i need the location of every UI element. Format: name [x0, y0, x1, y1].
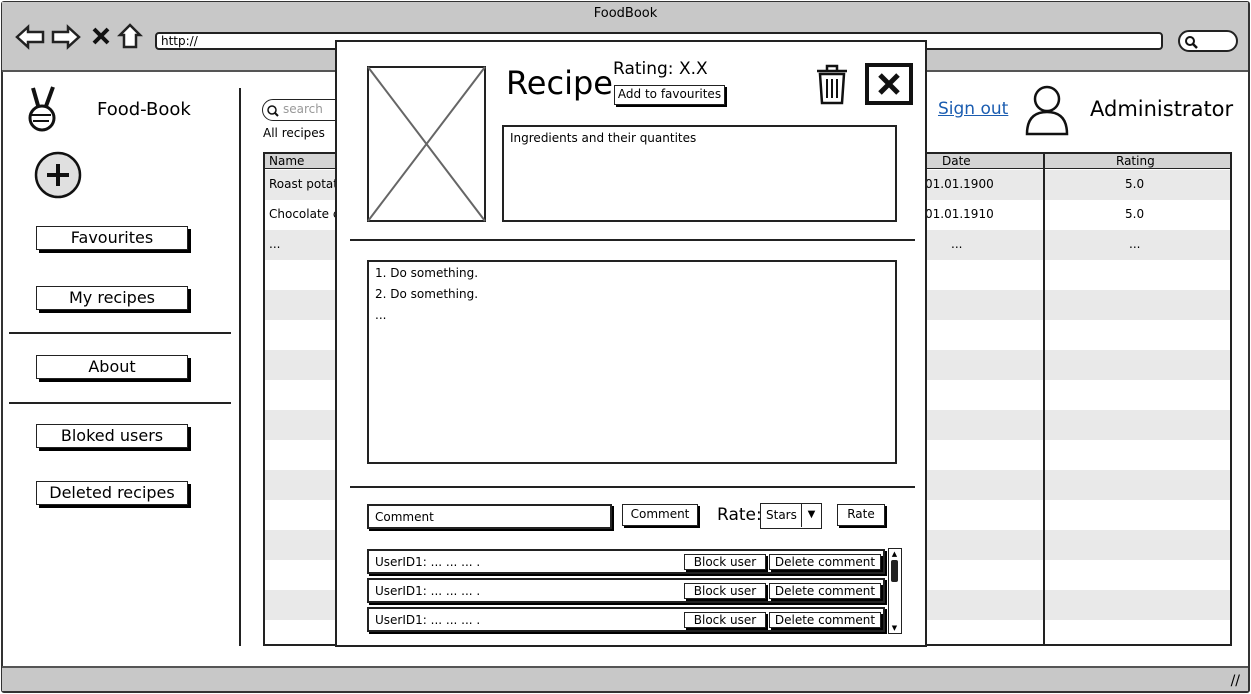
rate-button[interactable]: Rate — [837, 504, 885, 526]
deleted-recipes-button[interactable]: Deleted recipes — [36, 481, 188, 505]
window-title: FoodBook — [593, 6, 658, 21]
close-tab-icon[interactable] — [90, 25, 112, 47]
search-icon — [267, 105, 279, 117]
modal-divider — [350, 239, 915, 241]
steps-box[interactable]: 1. Do something. 2. Do something. ... — [367, 260, 897, 464]
close-icon[interactable] — [865, 63, 915, 106]
row-rating: 5.0 — [1125, 207, 1145, 221]
comment-text: UserID1: ... ... ... . — [375, 584, 481, 598]
user-name: Administrator — [1090, 97, 1234, 121]
comment-button[interactable]: Comment — [622, 504, 698, 526]
comment-row: UserID1: ... ... ... . Block user Delete… — [367, 607, 885, 632]
my-recipes-button[interactable]: My recipes — [36, 286, 188, 310]
block-user-button[interactable]: Block user — [684, 554, 766, 570]
row-date: 01.01.1900 — [925, 177, 994, 191]
column-header-date[interactable]: Date — [942, 154, 971, 168]
forward-icon[interactable] — [51, 24, 81, 50]
column-header-rating[interactable]: Rating — [1116, 154, 1155, 168]
scroll-down-icon[interactable]: ▼ — [889, 623, 900, 633]
ingredients-text: Ingredients and their quantites — [510, 131, 697, 145]
rate-select[interactable]: Stars ▼ — [760, 503, 822, 529]
scroll-thumb[interactable] — [891, 560, 898, 582]
about-button[interactable]: About — [36, 355, 188, 379]
search-icon — [1185, 36, 1198, 49]
row-date: ... — [951, 237, 963, 251]
column-header-name[interactable]: Name — [269, 154, 304, 168]
comments-scrollbar[interactable]: ▲ ▼ — [888, 548, 902, 634]
delete-comment-button[interactable]: Delete comment — [769, 554, 881, 570]
comment-row: UserID1: ... ... ... . Block user Delete… — [367, 578, 885, 603]
column-divider — [1043, 154, 1045, 644]
comment-input[interactable]: Comment — [367, 504, 612, 529]
recipe-rating: Rating: X.X — [613, 59, 708, 79]
filter-label[interactable]: All recipes — [263, 126, 325, 140]
row-name: ... — [269, 237, 281, 251]
recipe-image-placeholder — [367, 66, 486, 222]
favourites-button[interactable]: Favourites — [36, 226, 188, 250]
delete-comment-button[interactable]: Delete comment — [769, 612, 881, 628]
row-rating: 5.0 — [1125, 177, 1145, 191]
step-item: ... — [375, 308, 387, 322]
step-item: 2. Do something. — [375, 287, 479, 301]
app-name: Food-Book — [97, 99, 191, 120]
step-item: 1. Do something. — [375, 266, 479, 280]
resize-grip-icon[interactable]: // — [1231, 673, 1240, 689]
comment-text: UserID1: ... ... ... . — [375, 555, 481, 569]
block-user-button[interactable]: Block user — [684, 583, 766, 599]
row-date: 01.01.1910 — [925, 207, 994, 221]
blocked-users-button[interactable]: Bloked users — [36, 424, 188, 448]
block-user-button[interactable]: Block user — [684, 612, 766, 628]
browser-search[interactable] — [1178, 30, 1238, 52]
recipe-title: Recipe — [506, 64, 613, 102]
back-icon[interactable] — [15, 24, 45, 50]
home-icon[interactable] — [117, 22, 143, 50]
scroll-up-icon[interactable]: ▲ — [889, 549, 900, 559]
sidebar-divider — [9, 402, 231, 404]
delete-comment-button[interactable]: Delete comment — [769, 583, 881, 599]
user-avatar-icon — [1025, 85, 1069, 136]
row-name: Roast potat — [269, 177, 338, 191]
chevron-down-icon[interactable]: ▼ — [801, 504, 821, 527]
modal-divider — [350, 486, 915, 488]
add-recipe-button[interactable] — [33, 151, 83, 201]
comment-row: UserID1: ... ... ... . Block user Delete… — [367, 549, 885, 574]
sign-out-link[interactable]: Sign out — [938, 99, 1008, 119]
recipe-modal: Recipe Rating: X.X Add to favourites Ing… — [335, 40, 927, 647]
trash-icon[interactable] — [814, 63, 850, 105]
sidebar-divider — [9, 332, 231, 334]
row-name: Chocolate c — [269, 207, 340, 221]
rate-label: Rate: — [717, 505, 762, 525]
rate-select-value: Stars — [766, 508, 797, 522]
row-rating: ... — [1129, 237, 1141, 251]
peace-hand-logo-icon — [28, 86, 56, 132]
browser-statusbar: // — [2, 666, 1248, 691]
ingredients-box[interactable]: Ingredients and their quantites — [502, 125, 897, 222]
add-to-favourites-button[interactable]: Add to favourites — [614, 85, 725, 105]
sidebar-separator — [239, 88, 241, 646]
comment-text: UserID1: ... ... ... . — [375, 613, 481, 627]
